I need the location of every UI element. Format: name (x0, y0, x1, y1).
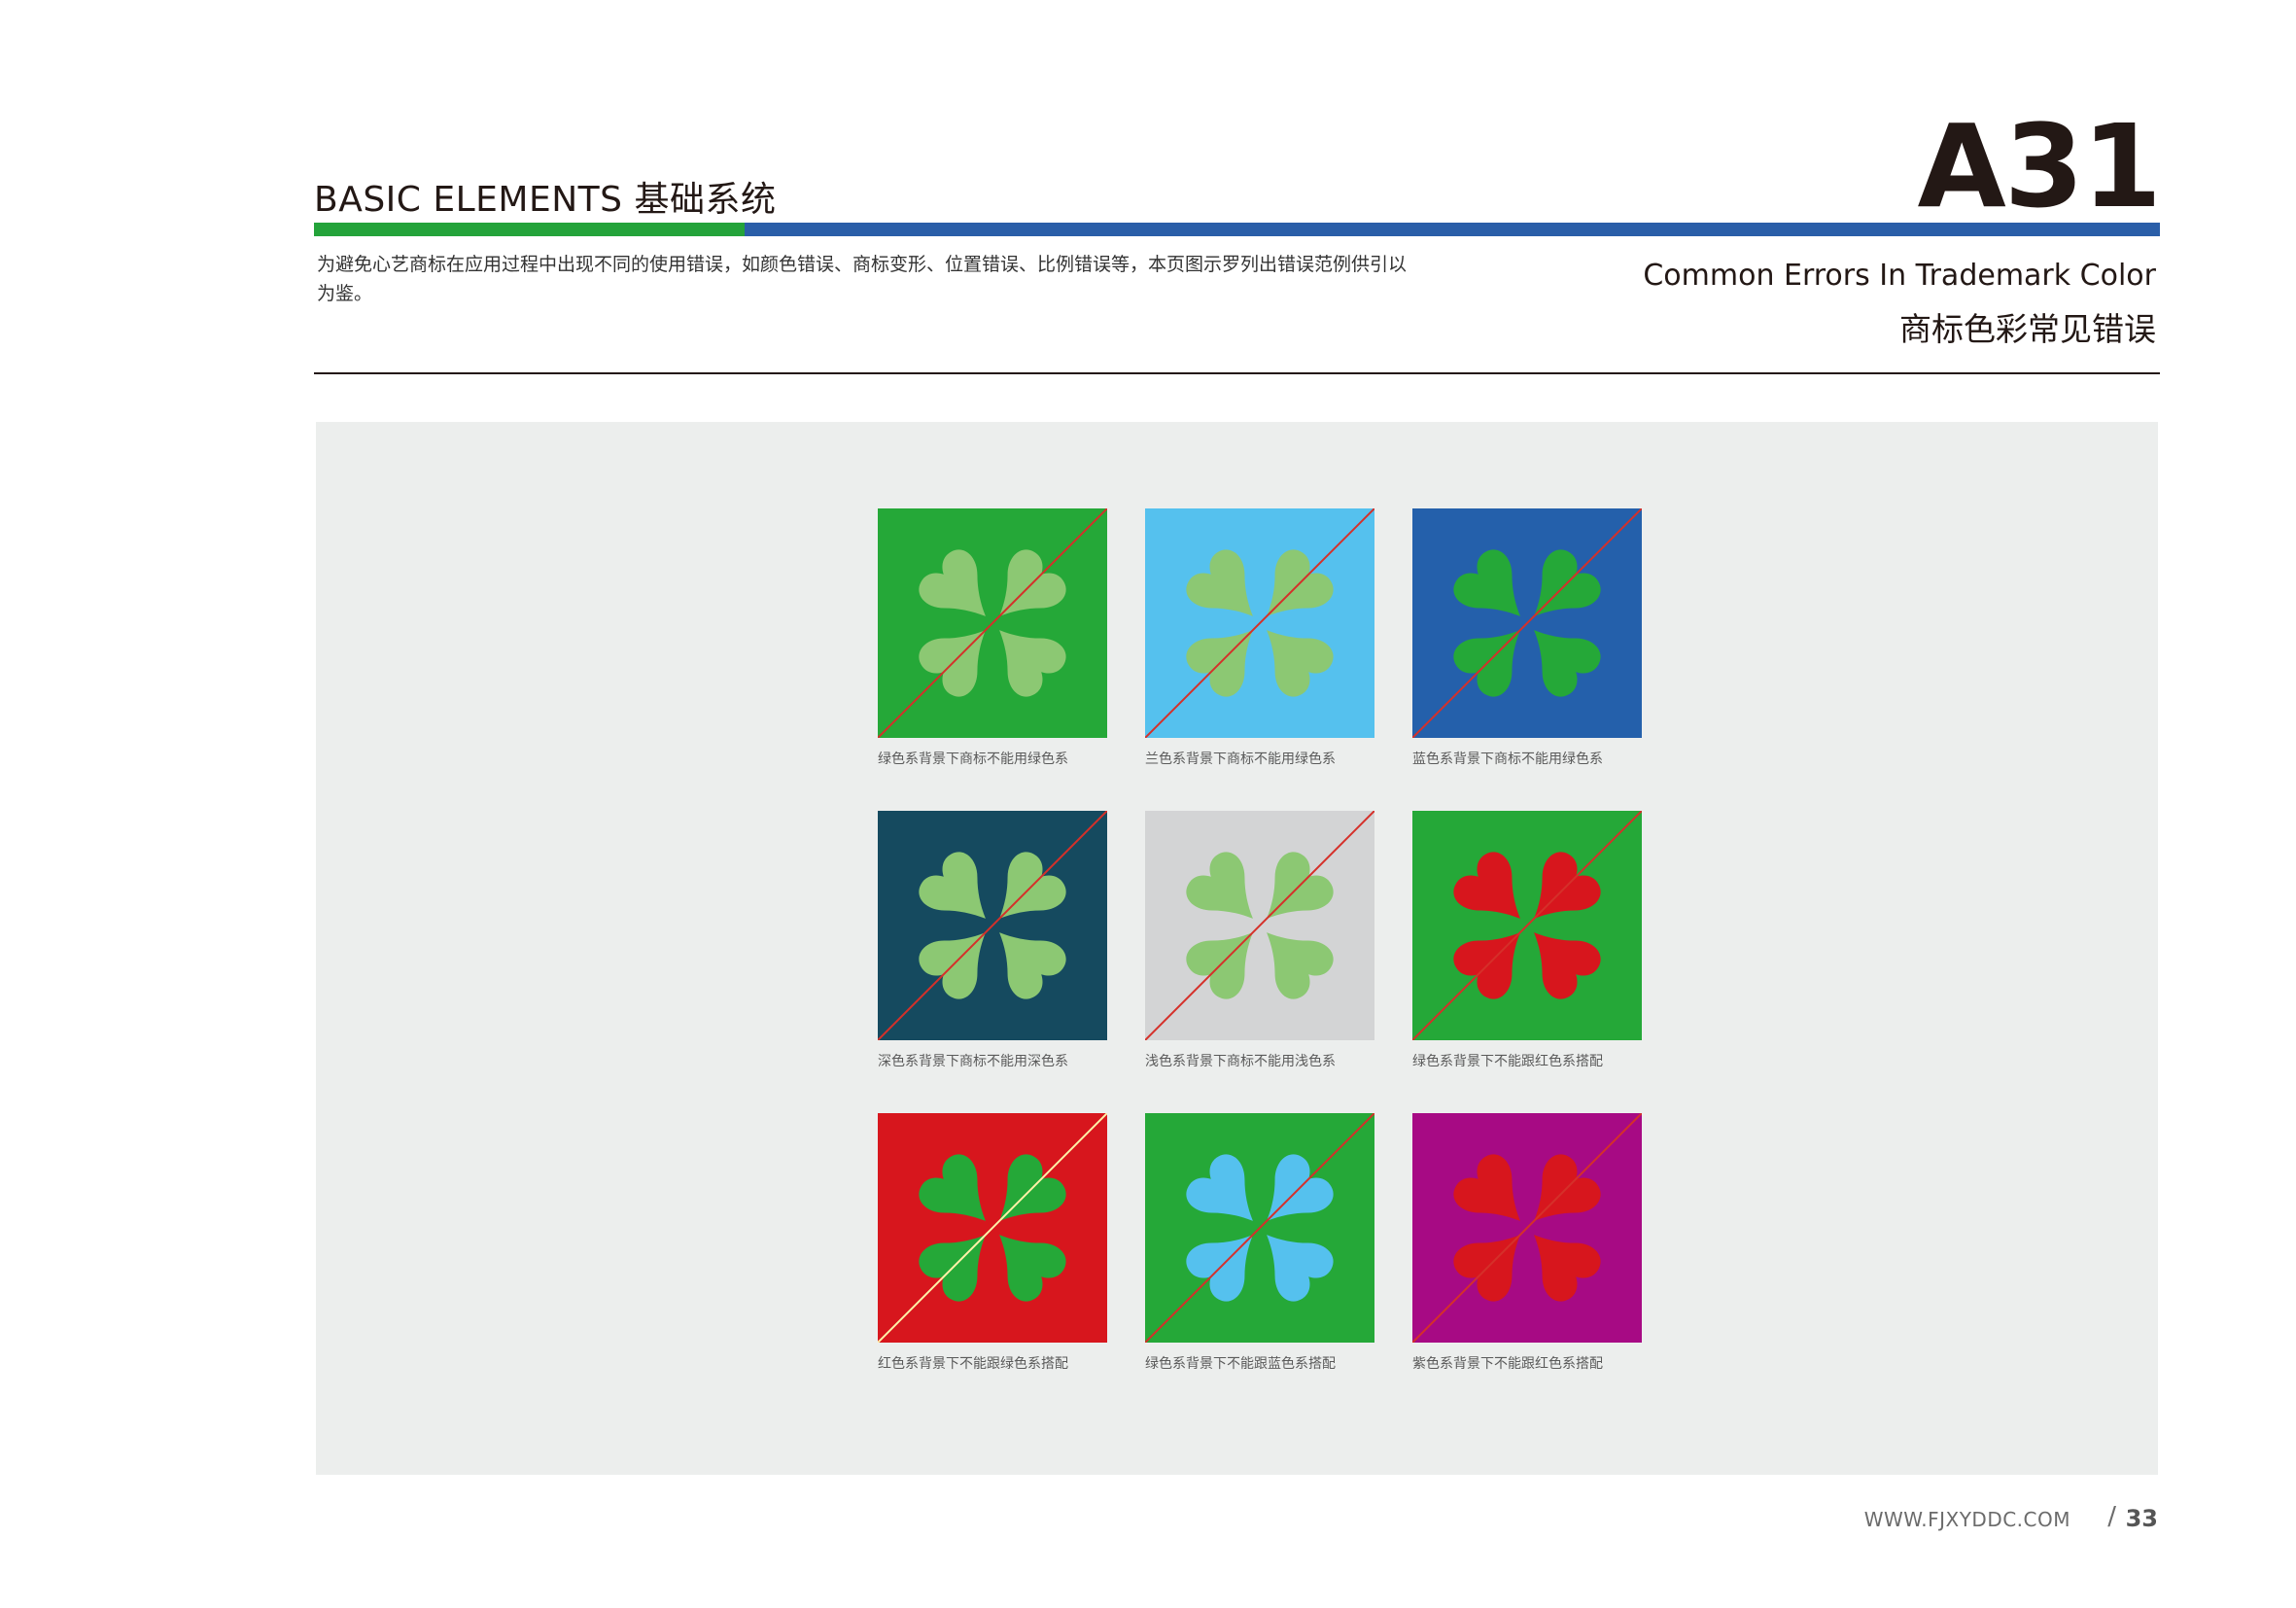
error-example-swatch (1412, 1113, 1642, 1343)
error-example-swatch (1412, 811, 1642, 1040)
error-example-caption: 蓝色系背景下商标不能用绿色系 (1412, 752, 1603, 767)
page-code: A31 (1917, 99, 2162, 233)
error-example-caption: 绿色系背景下不能跟蓝色系搭配 (1145, 1356, 1336, 1372)
footer-url: WWW.FJXYDDC.COM (1863, 1508, 2070, 1531)
error-example-card: 兰色系背景下商标不能用绿色系 (1145, 508, 1374, 768)
page-number: 33 (2125, 1505, 2158, 1532)
error-example-card: 紫色系背景下不能跟红色系搭配 (1412, 1113, 1642, 1373)
error-example-swatch (878, 1113, 1107, 1343)
error-example-card: 绿色系背景下不能跟红色系搭配 (1412, 811, 1642, 1070)
error-example-caption: 浅色系背景下商标不能用浅色系 (1145, 1054, 1336, 1069)
header-bar-green (314, 223, 745, 236)
error-example-card: 深色系背景下商标不能用深色系 (878, 811, 1107, 1070)
error-example-card: 绿色系背景下商标不能用绿色系 (878, 508, 1107, 768)
error-example-caption: 深色系背景下商标不能用深色系 (878, 1054, 1068, 1069)
error-example-card: 浅色系背景下商标不能用浅色系 (1145, 811, 1374, 1070)
error-example-swatch (878, 508, 1107, 738)
error-example-swatch (1145, 508, 1374, 738)
error-example-card: 红色系背景下不能跟绿色系搭配 (878, 1113, 1107, 1373)
error-example-swatch (878, 811, 1107, 1040)
intro-text: 为避免心艺商标在应用过程中出现不同的使用错误，如颜色错误、商标变形、位置错误、比… (317, 254, 1408, 304)
header-bar-blue (745, 223, 2160, 236)
section-title: BASIC ELEMENTS 基础系统 (314, 180, 777, 220)
header-divider (314, 372, 2160, 374)
error-example-caption: 绿色系背景下商标不能用绿色系 (878, 752, 1068, 767)
error-example-swatch (1412, 508, 1642, 738)
error-example-caption: 兰色系背景下商标不能用绿色系 (1145, 752, 1336, 767)
error-example-card: 绿色系背景下不能跟蓝色系搭配 (1145, 1113, 1374, 1373)
page-slash: / (2107, 1502, 2116, 1531)
chinese-title: 商标色彩常见错误 (1899, 310, 2156, 348)
error-example-caption: 紫色系背景下不能跟红色系搭配 (1412, 1356, 1603, 1372)
english-title: Common Errors In Trademark Color (1643, 259, 2156, 293)
error-example-caption: 红色系背景下不能跟绿色系搭配 (878, 1356, 1068, 1372)
error-example-swatch (1145, 1113, 1374, 1343)
error-example-swatch (1145, 811, 1374, 1040)
error-example-caption: 绿色系背景下不能跟红色系搭配 (1412, 1054, 1603, 1069)
error-example-card: 蓝色系背景下商标不能用绿色系 (1412, 508, 1642, 768)
